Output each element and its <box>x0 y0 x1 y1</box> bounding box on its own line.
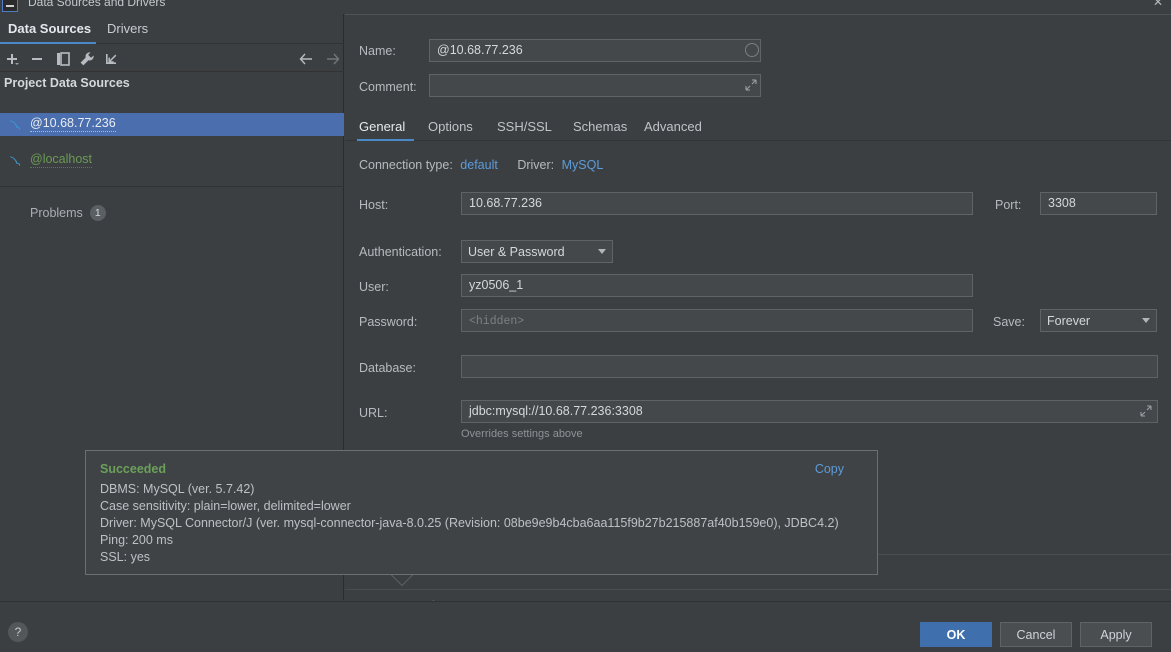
connection-type-label: Connection type: <box>359 158 453 172</box>
panel-top-divider <box>345 14 1171 15</box>
mysql-icon <box>8 117 24 133</box>
add-icon[interactable] <box>2 49 22 69</box>
sidebar-item-label: @localhost <box>30 152 93 168</box>
popup-title: Succeeded <box>100 462 167 476</box>
mysql-icon <box>8 153 24 169</box>
comment-label: Comment: <box>359 80 417 94</box>
color-indicator-icon[interactable] <box>745 43 759 57</box>
active-tab-indicator <box>0 42 96 44</box>
sidebar-tab-bar: Data Sources Drivers <box>0 14 344 44</box>
connection-type-row: Connection type: default Driver: MySQL <box>359 158 603 172</box>
url-overrides-hint: Overrides settings above <box>461 428 583 440</box>
tab-drivers[interactable]: Drivers <box>107 14 148 44</box>
help-icon[interactable]: ? <box>8 622 28 642</box>
panel-divider-2 <box>345 589 1171 590</box>
save-select[interactable]: Forever <box>1040 309 1157 332</box>
user-label: User: <box>359 280 389 294</box>
popup-notch <box>391 574 413 585</box>
authentication-label: Authentication: <box>359 245 442 259</box>
cancel-button[interactable]: Cancel <box>1000 622 1072 647</box>
tab-options[interactable]: Options <box>428 113 473 142</box>
database-input[interactable] <box>461 355 1158 378</box>
popup-line-ssl: SSL: yes <box>100 550 151 564</box>
save-label: Save: <box>993 315 1025 329</box>
popup-line-driver: Driver: MySQL Connector/J (ver. mysql-co… <box>100 516 839 530</box>
host-input[interactable]: 10.68.77.236 <box>461 192 973 215</box>
expand-icon[interactable] <box>745 79 758 92</box>
url-input[interactable]: jdbc:mysql://10.68.77.236:3308 <box>461 400 1158 423</box>
tab-data-sources[interactable]: Data Sources <box>8 14 91 44</box>
tab-ssh-ssl[interactable]: SSH/SSL <box>497 113 552 142</box>
remove-icon[interactable] <box>27 49 47 69</box>
close-icon[interactable]: ✕ <box>1153 0 1163 9</box>
popup-line-dbms: DBMS: MySQL (ver. 5.7.42) <box>100 482 255 496</box>
ok-button[interactable]: OK <box>920 622 992 647</box>
host-label: Host: <box>359 198 389 212</box>
active-settings-tab-indicator <box>357 139 414 141</box>
sidebar-divider <box>0 186 344 187</box>
wrench-icon[interactable] <box>77 49 97 69</box>
import-icon[interactable] <box>101 49 121 69</box>
sidebar-item-localhost[interactable]: @localhost <box>0 149 344 172</box>
connection-type-value[interactable]: default <box>460 158 498 172</box>
user-input[interactable]: yz0506_1 <box>461 274 973 297</box>
authentication-select-wrap: User & Password <box>461 240 613 263</box>
settings-tab-bar: General Options SSH/SSL Schemas Advanced <box>345 113 1171 142</box>
port-input[interactable]: 3308 <box>1040 192 1157 215</box>
window-title: Data Sources and Drivers <box>28 0 166 9</box>
password-input[interactable]: <hidden> <box>461 309 973 332</box>
port-label: Port: <box>995 198 1022 212</box>
expand-icon[interactable] <box>1140 405 1153 418</box>
copy-icon[interactable] <box>53 49 73 69</box>
sidebar-item-10-68-77-236[interactable]: @10.68.77.236 <box>0 113 344 136</box>
problems-label: Problems <box>30 206 83 220</box>
tab-schemas[interactable]: Schemas <box>573 113 627 142</box>
project-data-sources-label: Project Data Sources <box>4 76 130 90</box>
minimize-icon[interactable] <box>2 0 18 12</box>
driver-value[interactable]: MySQL <box>562 158 604 172</box>
tab-general[interactable]: General <box>359 113 405 142</box>
name-input[interactable]: @10.68.77.236 <box>429 39 761 62</box>
save-select-wrap: Forever <box>1040 309 1157 332</box>
popup-line-ping: Ping: 200 ms <box>100 533 173 547</box>
popup-line-case: Case sensitivity: plain=lower, delimited… <box>100 499 351 513</box>
authentication-select[interactable]: User & Password <box>461 240 613 263</box>
forward-arrow-icon[interactable] <box>323 49 343 69</box>
password-placeholder: <hidden> <box>469 315 525 328</box>
sidebar-item-problems[interactable]: Problems 1 <box>30 205 106 221</box>
sidebar-toolbar <box>0 45 344 72</box>
password-label: Password: <box>359 315 418 329</box>
dialog-footer: ? OK Cancel Apply CSDN @Heyi3416 <box>0 601 1171 652</box>
copy-button[interactable]: Copy <box>815 462 844 476</box>
comment-input[interactable] <box>429 74 761 97</box>
back-arrow-icon[interactable] <box>296 49 316 69</box>
connection-result-popup: Succeeded Copy DBMS: MySQL (ver. 5.7.42)… <box>85 450 878 575</box>
name-label: Name: <box>359 44 396 58</box>
tab-baseline <box>345 140 1171 141</box>
tab-advanced[interactable]: Advanced <box>644 113 702 142</box>
driver-label: Driver: <box>517 158 555 172</box>
window-title-bar: Data Sources and Drivers ✕ <box>0 0 1171 14</box>
database-label: Database: <box>359 361 416 375</box>
apply-button[interactable]: Apply <box>1080 622 1152 647</box>
url-label: URL: <box>359 406 388 420</box>
problems-count-badge: 1 <box>89 205 106 221</box>
sidebar-item-label: @10.68.77.236 <box>30 116 116 132</box>
